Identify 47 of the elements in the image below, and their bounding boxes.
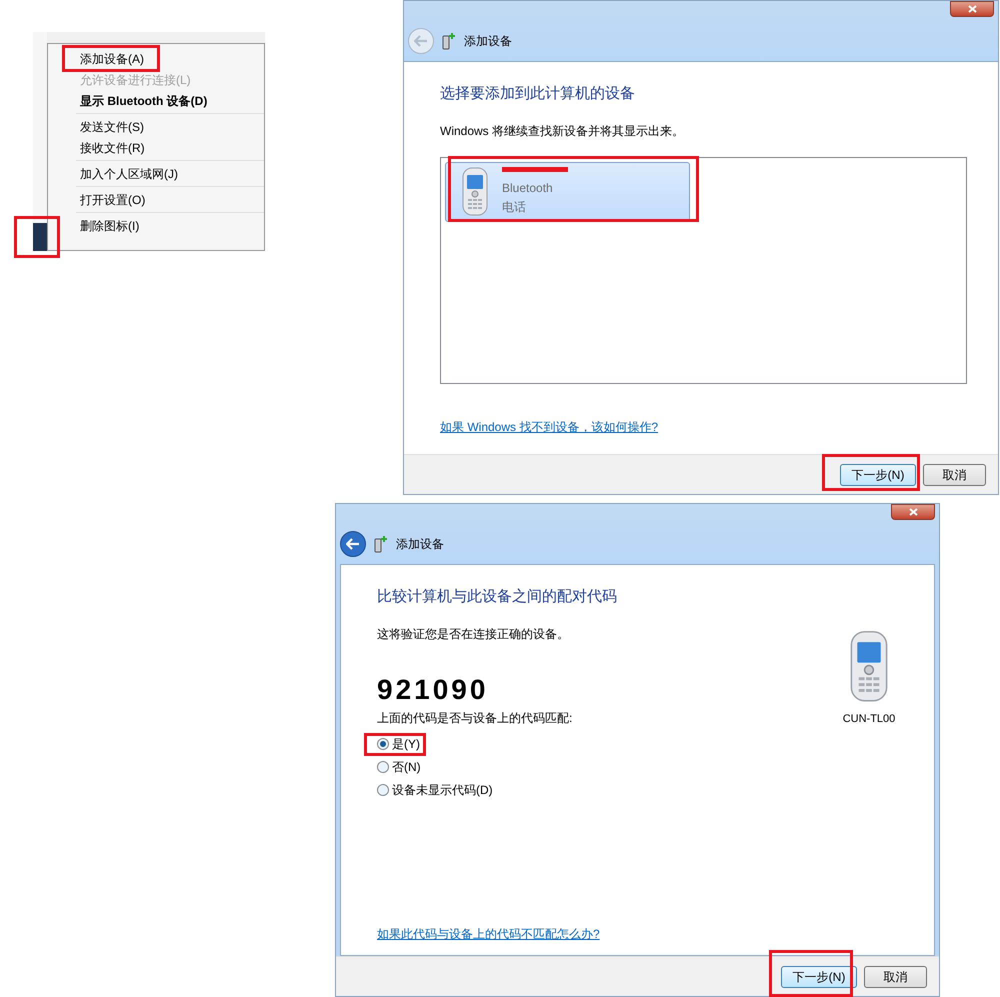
dialog-button[interactable]: 取消	[864, 966, 927, 988]
dialog-button[interactable]: 取消	[923, 464, 986, 486]
description-text: Windows 将继续查找新设备并将其显示出来。	[440, 122, 686, 140]
window-title: 添加设备	[464, 33, 512, 50]
menu-item[interactable]: 发送文件(S)	[76, 116, 264, 137]
device-category: 电话	[502, 199, 527, 216]
phone-icon	[460, 166, 490, 216]
menu-item[interactable]: 显示 Bluetooth 设备(D)	[76, 90, 264, 111]
close-icon	[968, 5, 976, 13]
close-icon	[908, 508, 918, 516]
question-text: 上面的代码是否与设备上的代码匹配:	[377, 710, 574, 726]
description-text: 这将验证您是否在连接正确的设备。	[377, 626, 570, 642]
radio-label: 设备未显示代码(D)	[392, 782, 493, 798]
menu-item[interactable]: 接收文件(R)	[76, 137, 264, 158]
dialog-heading: 比较计算机与此设备之间的配对代码	[377, 587, 618, 607]
back-arrow-icon	[414, 35, 428, 47]
help-link[interactable]: 如果 Windows 找不到设备，该如何操作?	[440, 418, 658, 436]
menu-item[interactable]: 删除图标(I)	[76, 215, 264, 236]
menu-item[interactable]: 添加设备(A)	[76, 48, 264, 69]
radio-option[interactable]: 设备未显示代码(D)	[377, 780, 824, 798]
device-connection: Bluetooth	[502, 180, 554, 197]
close-button[interactable]	[950, 1, 994, 17]
device-add-icon	[374, 535, 388, 553]
annotation-box	[364, 733, 426, 756]
menu-item[interactable]: 打开设置(O)	[76, 189, 264, 210]
device-name: CUN-TL00	[842, 712, 896, 727]
dialog-button[interactable]: 下一步(N)	[840, 464, 916, 486]
menu-item[interactable]: 加入个人区域网(J)	[76, 163, 264, 184]
window-title: 添加设备	[396, 536, 444, 553]
radio-button[interactable]	[377, 760, 389, 772]
redaction-bar	[502, 167, 568, 172]
radio-option[interactable]: 否(N)	[377, 758, 824, 776]
device-add-icon	[442, 32, 456, 50]
dialog-button[interactable]: 下一步(N)	[781, 966, 857, 988]
radio-button[interactable]	[377, 738, 389, 750]
help-link[interactable]: 如果此代码与设备上的代码不匹配怎么办?	[377, 924, 600, 942]
close-button[interactable]	[891, 504, 935, 520]
annotation-box	[14, 216, 60, 258]
pairing-code: 921090	[377, 674, 490, 704]
radio-label: 否(N)	[392, 758, 421, 776]
radio-button[interactable]	[377, 784, 389, 796]
radio-option[interactable]: 是(Y)	[377, 734, 824, 752]
back-button[interactable]	[340, 531, 366, 557]
device-tile[interactable]: Bluetooth 电话	[445, 162, 690, 222]
radio-label: 是(Y)	[392, 736, 420, 752]
dialog-heading: 选择要添加到此计算机的设备	[440, 84, 636, 104]
back-arrow-icon	[346, 538, 360, 550]
